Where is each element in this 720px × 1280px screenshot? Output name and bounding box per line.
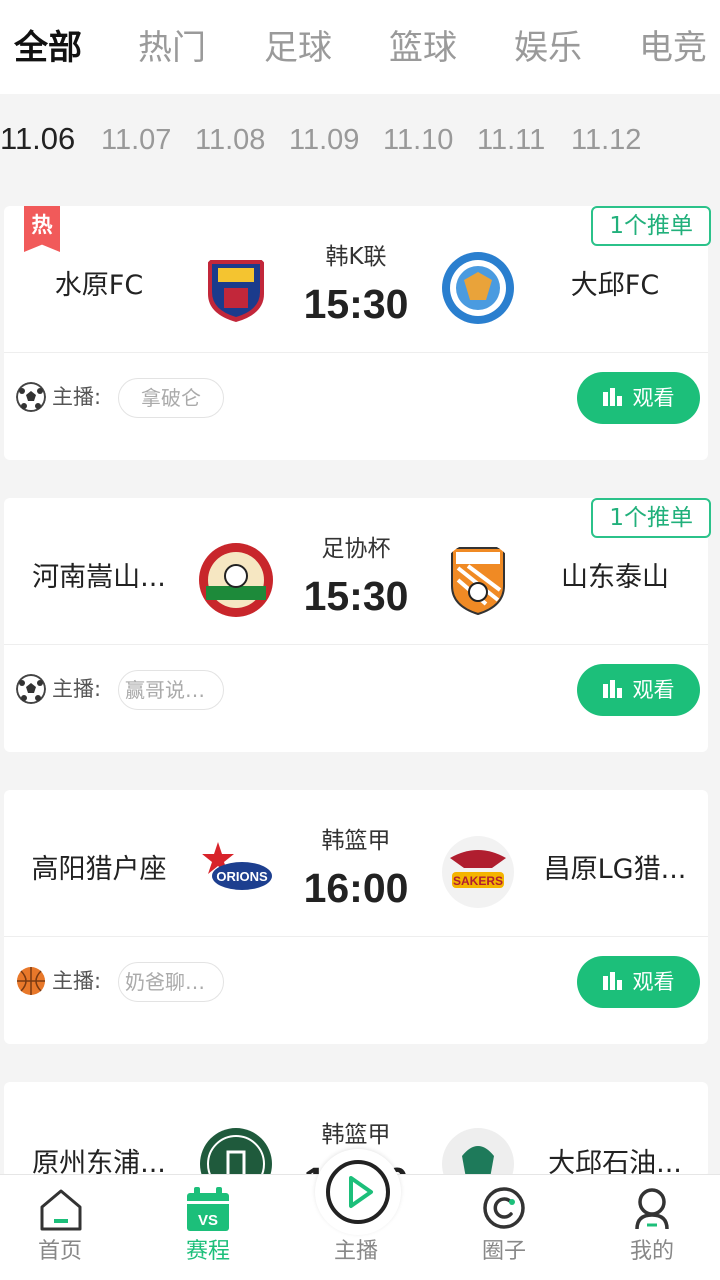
tab-entertainment[interactable]: 娱乐 — [514, 26, 582, 70]
watch-button-label: 观看 — [632, 970, 675, 994]
watch-button[interactable]: 观看 — [577, 372, 700, 424]
host-label: 主播: — [52, 677, 102, 701]
home-team-name: 河南嵩山... — [32, 562, 166, 593]
away-team-logo — [451, 547, 505, 616]
divider — [4, 936, 708, 937]
circle-community-icon — [483, 1187, 525, 1229]
nav-label: 首页 — [37, 1239, 82, 1264]
watch-button-label: 观看 — [632, 678, 675, 702]
tab-basketball[interactable]: 篮球 — [389, 26, 457, 70]
nav-label: 圈子 — [481, 1239, 526, 1264]
profile-icon — [635, 1188, 669, 1230]
bottom-nav: 首页 VS 赛程 主播 圈子 我的 — [0, 1149, 720, 1280]
away-team-logo — [442, 252, 514, 324]
nav-schedule[interactable]: VS 赛程 — [148, 1175, 268, 1280]
match-card[interactable]: 高阳猎户座 ORIONS 韩篮甲 16:00 SAKERS 昌原LG猎... 主… — [4, 790, 708, 1044]
svg-text:SAKERS: SAKERS — [453, 874, 503, 888]
kickoff-time: 16:00 — [303, 865, 409, 911]
match-card[interactable]: 1个推单 河南嵩山... 足协杯 15:30 山东泰山 主播: 赢哥说球... … — [4, 498, 711, 752]
bar-chart-icon — [602, 680, 623, 698]
tip-badge[interactable]: 1个推单 — [591, 206, 711, 246]
nav-circle[interactable]: 圈子 — [444, 1175, 564, 1280]
match-card[interactable]: 热 1个推单 水原FC 韩K联 15:30 大邱FC 主播: 拿破仑 观看 — [4, 206, 711, 460]
category-tab-bar: 全部 热门 足球 篮球 娱乐 电竞 — [0, 0, 720, 94]
away-team-name: 山东泰山 — [561, 562, 669, 593]
vs-calendar-icon: VS — [187, 1187, 229, 1231]
watch-button[interactable]: 观看 — [577, 956, 700, 1008]
football-icon — [16, 674, 46, 704]
bar-chart-icon — [602, 388, 623, 406]
nav-label: 主播 — [333, 1239, 378, 1264]
divider — [4, 352, 708, 353]
tab-esports[interactable]: 电竞 — [639, 26, 707, 70]
nav-label: 赛程 — [185, 1239, 230, 1264]
svg-text:VS: VS — [198, 1212, 218, 1229]
nav-profile[interactable]: 我的 — [592, 1175, 712, 1280]
host-label: 主播: — [52, 969, 102, 993]
home-icon — [40, 1189, 82, 1231]
tip-badge[interactable]: 1个推单 — [591, 498, 711, 538]
bar-chart-icon — [602, 972, 623, 990]
tab-all[interactable]: 全部 — [14, 26, 82, 70]
date-item-1108[interactable]: 11.08 — [195, 122, 265, 158]
host-name-pill[interactable]: 赢哥说球... — [118, 670, 224, 710]
divider — [4, 644, 708, 645]
home-team-name: 水原FC — [54, 270, 144, 301]
football-icon — [16, 382, 46, 412]
basketball-icon — [17, 967, 45, 995]
date-item-1111[interactable]: 11.11 — [477, 122, 545, 158]
tab-hot[interactable]: 热门 — [138, 26, 206, 70]
home-team-name: 高阳猎户座 — [31, 854, 167, 885]
league-name: 韩篮甲 — [321, 828, 391, 854]
league-name: 足协杯 — [321, 536, 391, 562]
nav-home[interactable]: 首页 — [0, 1175, 120, 1280]
nav-anchor[interactable]: 主播 — [296, 1175, 416, 1280]
nav-label: 我的 — [629, 1239, 674, 1264]
away-team-logo: SAKERS — [442, 836, 514, 908]
tab-football[interactable]: 足球 — [264, 26, 332, 70]
kickoff-time: 15:30 — [303, 573, 409, 619]
host-name-pill[interactable]: 奶爸聊球... — [118, 962, 224, 1002]
date-item-1110[interactable]: 11.10 — [383, 122, 453, 158]
date-item-1107[interactable]: 11.07 — [101, 122, 171, 158]
away-team-name: 昌原LG猎... — [543, 854, 687, 885]
kickoff-time: 15:30 — [303, 281, 409, 327]
host-name-pill[interactable]: 拿破仑 — [118, 378, 224, 418]
watch-button[interactable]: 观看 — [577, 664, 700, 716]
host-label: 主播: — [52, 385, 102, 409]
date-item-1109[interactable]: 11.09 — [289, 122, 359, 158]
date-item-1106[interactable]: 11.06 — [0, 121, 75, 157]
league-name: 韩K联 — [325, 244, 387, 270]
watch-button-label: 观看 — [632, 386, 675, 410]
date-item-1112[interactable]: 11.12 — [571, 122, 641, 158]
league-name: 韩篮甲 — [321, 1122, 391, 1148]
away-team-name: 大邱FC — [570, 270, 660, 301]
